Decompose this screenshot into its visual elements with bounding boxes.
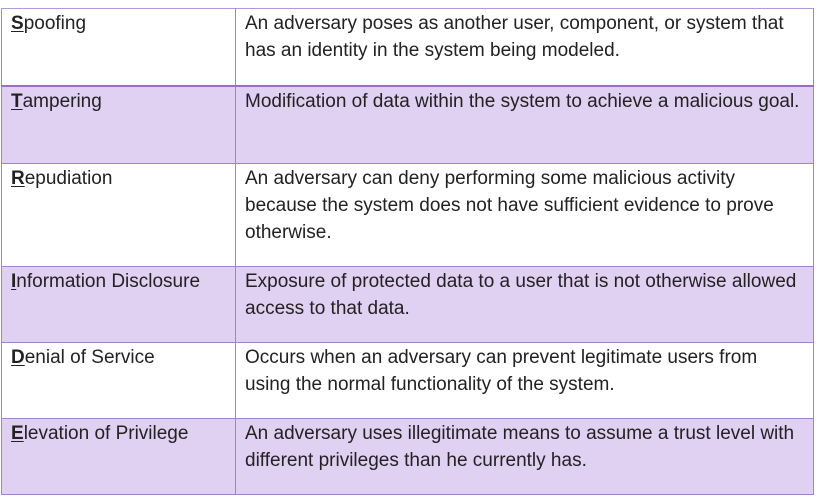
threat-term-rest: epudiation [24,168,113,189]
threat-description: An adversary poses as another user, comp… [235,8,814,87]
table-row: Spoofing An adversary poses as another u… [1,8,814,87]
table-row: Denial of Service Occurs when an adversa… [1,342,814,419]
threat-term-cell: Elevation of Privilege [1,418,236,495]
threat-initial: E [11,423,24,444]
threat-term-cell: Repudiation [1,163,236,267]
threat-initial: T [11,91,23,112]
threat-term-cell: Spoofing [1,8,236,87]
table-row: Information Disclosure Exposure of prote… [1,266,814,343]
threat-term-rest: enial of Service [24,347,155,368]
threat-initial: R [11,168,25,189]
threat-initial: D [11,347,25,368]
table-row: Elevation of Privilege An adversary uses… [1,418,814,495]
threat-description: Exposure of protected data to a user tha… [235,266,814,343]
threat-term-rest: ampering [22,91,102,112]
threat-description: Occurs when an adversary can prevent leg… [235,342,814,419]
threat-term-cell: Information Disclosure [1,266,236,343]
threat-description: An adversary uses illegitimate means to … [235,418,814,495]
threat-term-cell: Tampering [1,85,236,164]
threat-term-rest: nformation Disclosure [16,271,201,292]
threat-description: An adversary can deny performing some ma… [235,163,814,267]
table-row: Tampering Modification of data within th… [1,85,814,164]
threat-term-rest: poofing [23,13,87,34]
stride-threat-table: Spoofing An adversary poses as another u… [1,8,814,495]
threat-term-rest: levation of Privilege [23,423,189,444]
table-row: Repudiation An adversary can deny perfor… [1,163,814,267]
threat-term-cell: Denial of Service [1,342,236,419]
threat-description: Modification of data within the system t… [235,85,814,164]
threat-initial: S [11,13,24,34]
